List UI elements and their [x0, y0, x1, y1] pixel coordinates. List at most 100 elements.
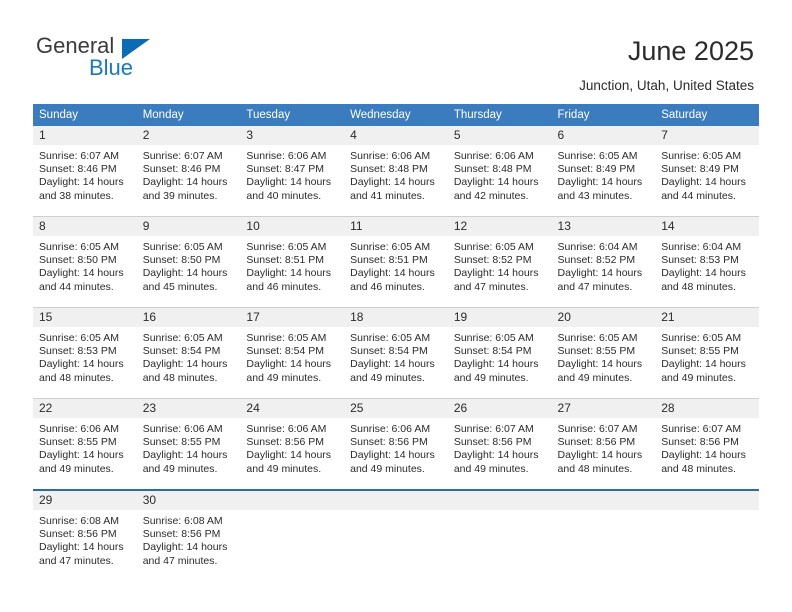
day-cell-inner: 18 Sunrise: 6:05 AM Sunset: 8:54 PM Dayligh… [344, 308, 448, 398]
calendar-week-row: 22 Sunrise: 6:06 AM Sunset: 8:55 PM Dayligh… [33, 398, 759, 490]
day-number [240, 491, 345, 510]
sunrise-time: Sunrise: 6:07 AM [39, 150, 119, 162]
day-detail-lines: Sunrise: 6:06 AM Sunset: 8:56 PM Daylight:… [344, 418, 448, 476]
calendar-day-cell[interactable]: 9 Sunrise: 6:05 AM Sunset: 8:50 PM Daylight… [136, 216, 241, 308]
day-number: 30 [136, 491, 241, 510]
daylight-duration-line1: Daylight: 14 hours [453, 449, 539, 462]
day-number: 19 [447, 308, 552, 327]
calendar-day-cell[interactable]: 4 Sunrise: 6:06 AM Sunset: 8:48 PM Daylight… [344, 126, 448, 217]
day-cell-inner: 10 Sunrise: 6:05 AM Sunset: 8:51 PM Dayligh… [240, 217, 345, 307]
calendar-day-cell[interactable]: 28 Sunrise: 6:07 AM Sunset: 8:56 PM Dayligh… [655, 398, 759, 490]
daylight-duration-line2: and 49 minutes. [453, 462, 529, 475]
calendar-day-cell[interactable]: 25 Sunrise: 6:06 AM Sunset: 8:56 PM Dayligh… [344, 398, 448, 490]
calendar-day-cell[interactable]: 20 Sunrise: 6:05 AM Sunset: 8:55 PM Dayligh… [551, 307, 656, 399]
calendar-day-cell[interactable]: 14 Sunrise: 6:04 AM Sunset: 8:53 PM Dayligh… [655, 216, 759, 308]
day-detail-lines: Sunrise: 6:08 AM Sunset: 8:56 PM Daylight:… [137, 510, 241, 568]
daylight-duration-line1: Daylight: 14 hours [39, 267, 124, 280]
sunset-time: Sunset: 8:56 PM [661, 436, 739, 449]
sunrise-time: Sunrise: 6:05 AM [246, 241, 327, 253]
day-number [447, 491, 552, 510]
calendar-day-cell[interactable]: 27 Sunrise: 6:07 AM Sunset: 8:56 PM Dayligh… [551, 398, 656, 490]
daylight-duration-line2: and 38 minutes. [39, 189, 114, 202]
day-number: 3 [240, 126, 345, 145]
day-cell-inner: 17 Sunrise: 6:05 AM Sunset: 8:54 PM Dayligh… [240, 308, 345, 398]
calendar-day-cell[interactable]: 23 Sunrise: 6:06 AM Sunset: 8:55 PM Dayligh… [136, 398, 241, 490]
sunset-time: Sunset: 8:51 PM [246, 254, 325, 267]
day-number [344, 491, 448, 510]
daylight-duration-line2: and 49 minutes. [661, 371, 736, 384]
day-detail-lines: Sunrise: 6:06 AM Sunset: 8:48 PM Daylight:… [448, 145, 552, 203]
calendar-day-cell[interactable]: 1 Sunrise: 6:07 AM Sunset: 8:46 PM Daylight… [33, 126, 137, 217]
sunrise-time: Sunrise: 6:05 AM [661, 332, 742, 344]
day-number: 2 [136, 126, 241, 145]
day-number: 17 [240, 308, 345, 327]
calendar-day-cell[interactable]: 11 Sunrise: 6:05 AM Sunset: 8:51 PM Dayligh… [344, 216, 448, 308]
day-detail-lines: Sunrise: 6:08 AM Sunset: 8:56 PM Daylight:… [33, 510, 137, 568]
daylight-duration-line2: and 42 minutes. [453, 189, 529, 202]
calendar-day-cell[interactable]: 18 Sunrise: 6:05 AM Sunset: 8:54 PM Dayligh… [344, 307, 448, 399]
daylight-duration-line2: and 48 minutes. [39, 371, 114, 384]
calendar-day-cell[interactable]: 5 Sunrise: 6:06 AM Sunset: 8:48 PM Daylight… [447, 126, 552, 217]
daylight-duration-line2: and 44 minutes. [39, 280, 114, 293]
sunset-time: Sunset: 8:54 PM [142, 345, 221, 358]
daylight-duration-line1: Daylight: 14 hours [246, 176, 332, 189]
calendar-empty-cell [447, 489, 552, 581]
day-number: 22 [33, 399, 137, 418]
day-number: 6 [551, 126, 656, 145]
sunrise-time: Sunrise: 6:07 AM [661, 423, 742, 435]
sunset-time: Sunset: 8:54 PM [453, 345, 532, 358]
day-number: 14 [655, 217, 759, 236]
calendar-day-cell[interactable]: 7 Sunrise: 6:05 AM Sunset: 8:49 PM Daylight… [655, 126, 759, 217]
calendar-day-cell[interactable]: 3 Sunrise: 6:06 AM Sunset: 8:47 PM Daylight… [240, 126, 345, 217]
daylight-duration-line2: and 45 minutes. [142, 280, 218, 293]
daylight-duration-line2: and 49 minutes. [142, 462, 218, 475]
calendar-day-cell[interactable]: 16 Sunrise: 6:05 AM Sunset: 8:54 PM Dayligh… [136, 307, 241, 399]
day-number: 21 [655, 308, 759, 327]
calendar-body: 1 Sunrise: 6:07 AM Sunset: 8:46 PM Daylight… [33, 126, 759, 581]
day-cell-inner: 12 Sunrise: 6:05 AM Sunset: 8:52 PM Dayligh… [447, 217, 552, 307]
daylight-duration-line2: and 47 minutes. [142, 554, 218, 567]
daylight-duration-line2: and 46 minutes. [350, 280, 425, 293]
calendar-day-cell[interactable]: 19 Sunrise: 6:05 AM Sunset: 8:54 PM Dayligh… [447, 307, 552, 399]
calendar-day-cell[interactable]: 21 Sunrise: 6:05 AM Sunset: 8:55 PM Dayligh… [655, 307, 759, 399]
day-cell-inner: 11 Sunrise: 6:05 AM Sunset: 8:51 PM Dayligh… [344, 217, 448, 307]
generalblue-logo[interactable]: General Blue [36, 34, 176, 82]
day-detail-lines: Sunrise: 6:07 AM Sunset: 8:46 PM Daylight:… [33, 145, 137, 203]
day-number [655, 491, 759, 510]
sunrise-time: Sunrise: 6:07 AM [142, 150, 223, 162]
calendar-day-cell[interactable]: 2 Sunrise: 6:07 AM Sunset: 8:46 PM Daylight… [136, 126, 241, 217]
sunset-time: Sunset: 8:54 PM [246, 345, 325, 358]
day-number: 16 [136, 308, 241, 327]
day-detail-lines: Sunrise: 6:05 AM Sunset: 8:53 PM Daylight:… [33, 327, 137, 385]
sunset-time: Sunset: 8:46 PM [39, 163, 117, 176]
day-cell-inner: 8 Sunrise: 6:05 AM Sunset: 8:50 PM Daylight… [33, 217, 137, 307]
calendar-day-cell[interactable]: 12 Sunrise: 6:05 AM Sunset: 8:52 PM Dayligh… [447, 216, 552, 308]
calendar-day-cell[interactable]: 17 Sunrise: 6:05 AM Sunset: 8:54 PM Dayligh… [240, 307, 345, 399]
day-number: 13 [551, 217, 656, 236]
sunset-time: Sunset: 8:50 PM [142, 254, 221, 267]
calendar-week-row: 1 Sunrise: 6:07 AM Sunset: 8:46 PM Daylight… [33, 126, 759, 217]
day-number: 8 [33, 217, 137, 236]
calendar-day-cell[interactable]: 29 Sunrise: 6:08 AM Sunset: 8:56 PM Dayligh… [33, 489, 137, 581]
calendar-day-cell[interactable]: 24 Sunrise: 6:06 AM Sunset: 8:56 PM Dayligh… [240, 398, 345, 490]
daylight-duration-line2: and 49 minutes. [39, 462, 114, 475]
weekday-header-wednesday: Wednesday [344, 104, 448, 126]
calendar-day-cell[interactable]: 8 Sunrise: 6:05 AM Sunset: 8:50 PM Daylight… [33, 216, 137, 308]
day-detail-lines: Sunrise: 6:05 AM Sunset: 8:49 PM Daylight:… [655, 145, 759, 203]
calendar-day-cell[interactable]: 6 Sunrise: 6:05 AM Sunset: 8:49 PM Daylight… [551, 126, 656, 217]
calendar-day-cell[interactable]: 15 Sunrise: 6:05 AM Sunset: 8:53 PM Dayligh… [33, 307, 137, 399]
day-number: 20 [551, 308, 656, 327]
day-number: 1 [33, 126, 137, 145]
day-detail-lines: Sunrise: 6:07 AM Sunset: 8:56 PM Daylight:… [552, 418, 656, 476]
day-cell-inner: 21 Sunrise: 6:05 AM Sunset: 8:55 PM Dayligh… [655, 308, 759, 398]
calendar-day-cell[interactable]: 26 Sunrise: 6:07 AM Sunset: 8:56 PM Dayligh… [447, 398, 552, 490]
calendar-day-cell[interactable]: 30 Sunrise: 6:08 AM Sunset: 8:56 PM Dayligh… [136, 489, 241, 581]
sunrise-time: Sunrise: 6:04 AM [557, 241, 638, 253]
day-cell-inner [344, 491, 448, 581]
day-detail-lines [344, 510, 448, 515]
calendar-day-cell[interactable]: 10 Sunrise: 6:05 AM Sunset: 8:51 PM Dayligh… [240, 216, 345, 308]
day-number: 28 [655, 399, 759, 418]
day-cell-inner: 14 Sunrise: 6:04 AM Sunset: 8:53 PM Dayligh… [655, 217, 759, 307]
calendar-day-cell[interactable]: 22 Sunrise: 6:06 AM Sunset: 8:55 PM Dayligh… [33, 398, 137, 490]
calendar-day-cell[interactable]: 13 Sunrise: 6:04 AM Sunset: 8:52 PM Dayligh… [551, 216, 656, 308]
